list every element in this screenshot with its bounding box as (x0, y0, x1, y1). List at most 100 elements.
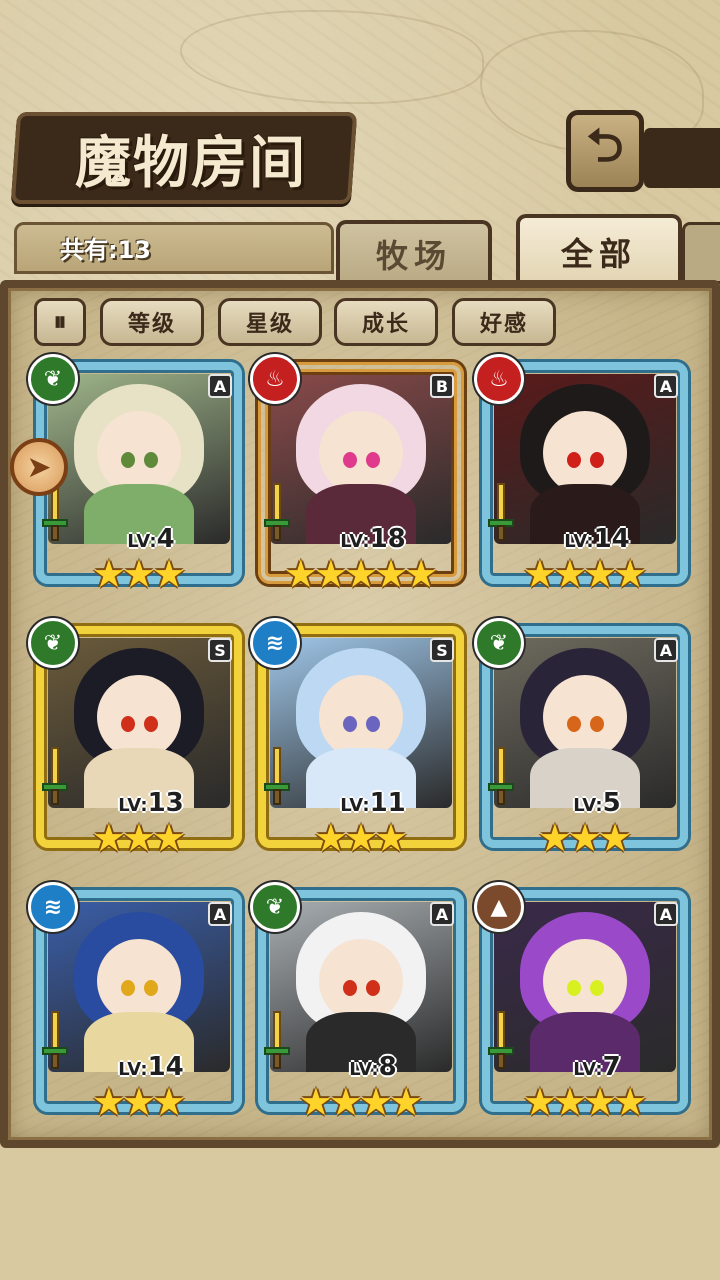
level-prefix: LV: (118, 795, 148, 816)
star-icon: ★ (313, 552, 348, 596)
rank-badge: A (654, 638, 678, 662)
level-value: 14 (147, 1052, 184, 1082)
star-icon: ★ (91, 552, 126, 596)
tab-all[interactable]: 全部 (516, 214, 682, 286)
star-rating: ★ ★ ★ (50, 818, 228, 858)
monster-level: LV:14 (76, 1050, 226, 1084)
monster-level: LV:5 (522, 786, 672, 820)
star-icon: ★ (121, 816, 157, 860)
pause-icon: ⏸ (53, 306, 67, 337)
monster-card[interactable]: ▲ A LV:7 ★ ★ ★ ★ (474, 882, 688, 1121)
star-icon: ★ (583, 552, 618, 596)
star-icon: ★ (613, 1080, 648, 1124)
level-prefix: LV: (573, 1059, 603, 1080)
star-icon: ★ (404, 552, 439, 596)
star-icon: ★ (374, 552, 409, 596)
monster-card[interactable]: ❦ S LV:13 ★ ★ ★ (28, 618, 242, 857)
star-icon: ★ (359, 1080, 394, 1124)
water-element-icon: ≋ (250, 618, 300, 668)
sort-growth-button[interactable]: 成长 (334, 298, 438, 346)
monster-card[interactable]: ♨ B LV:18 ★ ★ ★ ★ ★ (250, 354, 464, 593)
monster-level: LV:11 (298, 786, 448, 820)
back-button[interactable]: ⮌ (566, 110, 644, 192)
monster-card[interactable]: ≋ S LV:11 ★ ★ ★ (250, 618, 464, 857)
toggle-button[interactable]: ⏸ (34, 298, 86, 346)
level-value: 11 (369, 788, 406, 818)
level-prefix: LV: (349, 1059, 379, 1080)
monster-card[interactable]: ♨ A LV:14 ★ ★ ★ ★ (474, 354, 688, 593)
star-icon: ★ (343, 816, 379, 860)
star-rating: ★ ★ ★ ★ ★ (272, 554, 450, 594)
leaf-element-icon: ❦ (474, 618, 524, 668)
sword-icon (488, 1011, 514, 1069)
rank-badge: A (208, 902, 232, 926)
sword-icon (264, 483, 290, 541)
back-arrow-icon: ⮌ (586, 118, 624, 172)
star-icon: ★ (567, 816, 603, 860)
star-icon: ★ (152, 552, 187, 596)
earth-element-icon: ▲ (474, 882, 524, 932)
sword-icon (42, 1011, 68, 1069)
level-prefix: LV: (127, 531, 157, 552)
star-icon: ★ (313, 816, 348, 860)
star-icon: ★ (328, 1080, 363, 1124)
monster-card[interactable]: ❦ A LV:8 ★ ★ ★ ★ (250, 882, 464, 1121)
rank-badge: S (430, 638, 454, 662)
star-icon: ★ (152, 1080, 187, 1124)
bottom-area (0, 1148, 720, 1280)
star-icon: ★ (552, 552, 587, 596)
tab-ranch[interactable]: 牧场 (336, 220, 492, 284)
monster-level: LV:4 (76, 522, 226, 556)
star-rating: ★ ★ ★ ★ (272, 1082, 450, 1122)
monster-card[interactable]: ❦ A LV:5 ★ ★ ★ (474, 618, 688, 857)
page-title: 魔物房间 (75, 129, 307, 196)
level-value: 18 (369, 524, 406, 554)
monster-level: LV:8 (298, 1050, 448, 1084)
monster-level: LV:13 (76, 786, 226, 820)
level-value: 4 (156, 524, 175, 554)
star-rating: ★ ★ ★ ★ (496, 1082, 674, 1122)
star-icon: ★ (343, 552, 379, 596)
star-icon: ★ (121, 552, 157, 596)
level-prefix: LV: (340, 795, 370, 816)
rank-badge: B (430, 374, 454, 398)
map-decoration (180, 10, 484, 104)
monster-card[interactable]: ≋ A LV:14 ★ ★ ★ (28, 882, 242, 1121)
star-rating: ★ ★ ★ (496, 818, 674, 858)
level-prefix: LV: (118, 1059, 148, 1080)
sort-affinity-button[interactable]: 好感 (452, 298, 556, 346)
star-icon: ★ (522, 552, 557, 596)
level-value: 14 (593, 524, 630, 554)
sort-star-button[interactable]: 星级 (218, 298, 322, 346)
side-arrow-icon[interactable]: ➤ (10, 438, 68, 496)
fire-element-icon: ♨ (474, 354, 524, 404)
sword-icon (264, 747, 290, 805)
header-bar (644, 128, 720, 188)
star-icon: ★ (537, 816, 572, 860)
rank-badge: S (208, 638, 232, 662)
star-rating: ★ ★ ★ (50, 554, 228, 594)
star-icon: ★ (374, 816, 409, 860)
sort-level-button[interactable]: 等级 (100, 298, 204, 346)
monster-level: LV:18 (298, 522, 448, 556)
leaf-element-icon: ❦ (250, 882, 300, 932)
level-prefix: LV: (564, 531, 594, 552)
level-value: 7 (602, 1052, 621, 1082)
star-icon: ★ (552, 1080, 587, 1124)
star-icon: ★ (613, 552, 648, 596)
rank-badge: A (654, 902, 678, 926)
star-icon: ★ (283, 552, 318, 596)
star-rating: ★ ★ ★ (272, 818, 450, 858)
level-prefix: LV: (573, 795, 603, 816)
monster-count: 共有:13 (60, 236, 151, 264)
star-icon: ★ (522, 1080, 557, 1124)
star-icon: ★ (598, 816, 633, 860)
star-rating: ★ ★ ★ ★ (496, 554, 674, 594)
fire-element-icon: ♨ (250, 354, 300, 404)
level-value: 8 (378, 1052, 397, 1082)
level-prefix: LV: (340, 531, 370, 552)
rank-badge: A (430, 902, 454, 926)
level-value: 13 (147, 788, 184, 818)
level-value: 5 (602, 788, 621, 818)
monster-level: LV:14 (522, 522, 672, 556)
